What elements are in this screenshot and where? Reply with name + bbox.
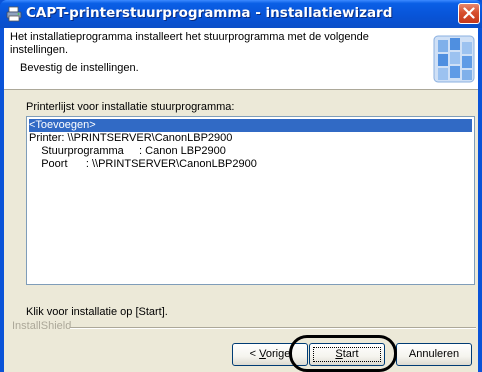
start-button[interactable]: Start xyxy=(309,343,385,366)
close-button[interactable] xyxy=(458,3,480,24)
installer-graphic-icon xyxy=(432,30,476,86)
header-description: Het installatieprogramma installeert het… xyxy=(10,31,369,56)
installshield-label: InstallShield xyxy=(12,320,72,332)
list-item-add[interactable]: <Toevoegen> xyxy=(29,119,472,132)
title-bar[interactable]: CAPT-printerstuurprogramma - installatie… xyxy=(0,0,482,28)
window-title: CAPT-printerstuurprogramma - installatie… xyxy=(26,5,393,21)
back-button-prefix: < xyxy=(249,348,260,360)
close-icon xyxy=(463,7,475,19)
back-button-label: orige xyxy=(265,348,291,360)
printer-app-icon xyxy=(6,6,22,22)
dialog-body: Het installatieprogramma installeert het… xyxy=(4,28,478,372)
installer-window: CAPT-printerstuurprogramma - installatie… xyxy=(0,0,482,372)
printer-list-label: Printerlijst voor installatie stuurprogr… xyxy=(26,101,235,113)
install-instruction: Klik voor installatie op [Start]. xyxy=(26,306,168,318)
footer-divider xyxy=(70,327,476,329)
list-item-driver[interactable]: Stuurprogramma : Canon LBP2900 xyxy=(29,145,472,158)
list-item-port[interactable]: Poort : \\PRINTSERVER\CanonLBP2900 xyxy=(29,158,472,171)
back-button-mnemonic: V xyxy=(259,348,266,360)
focus-rectangle xyxy=(313,347,381,362)
back-button[interactable]: < Vorige xyxy=(232,343,308,366)
cancel-button[interactable]: Annuleren xyxy=(396,343,472,366)
header-panel: Het installatieprogramma installeert het… xyxy=(4,28,478,90)
printer-listbox[interactable]: <Toevoegen> Printer: \\PRINTSERVER\Canon… xyxy=(26,116,475,285)
list-item-printer[interactable]: Printer: \\PRINTSERVER\CanonLBP2900 xyxy=(29,132,472,145)
header-subtitle: Bevestig de instellingen. xyxy=(20,62,139,74)
